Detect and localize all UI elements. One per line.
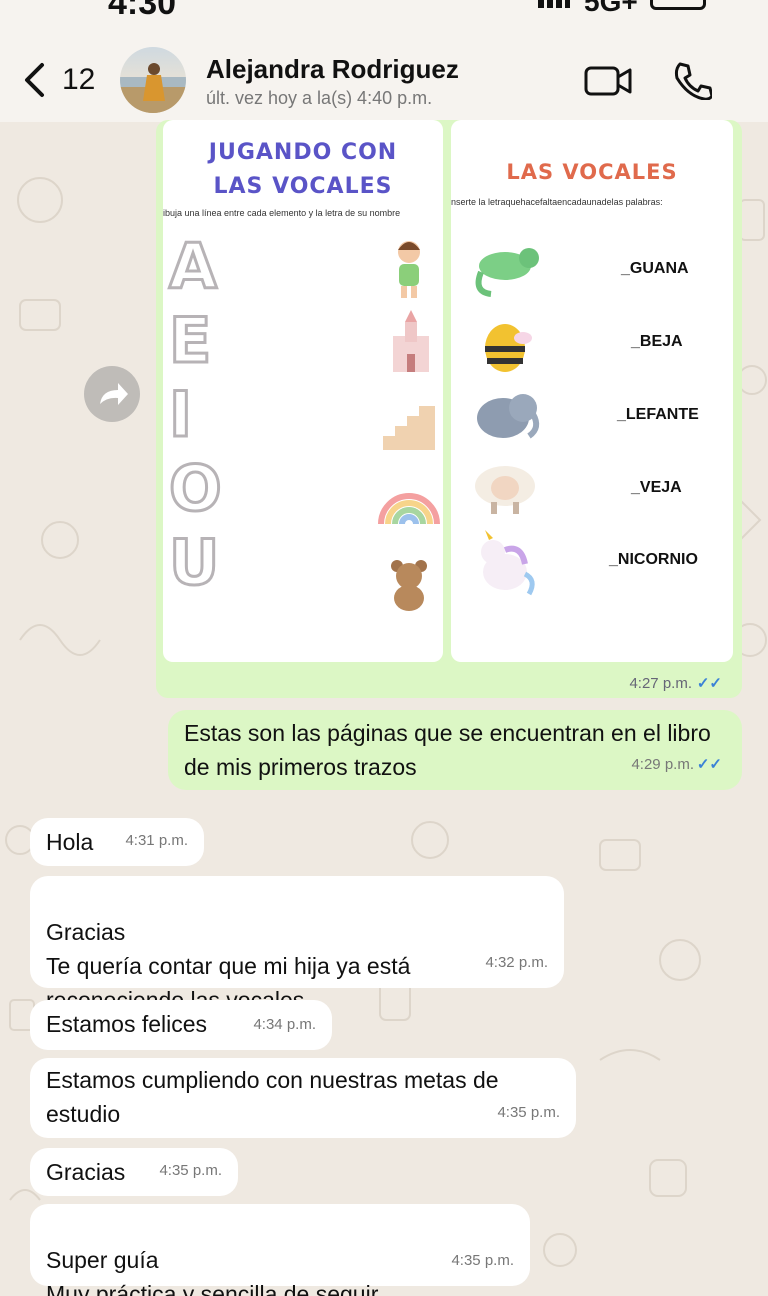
forward-button[interactable]: [84, 366, 140, 422]
message-text: Gracias: [46, 1159, 126, 1185]
contact-name[interactable]: Alejandra Rodriguez: [206, 54, 459, 85]
girl-illustration: [398, 241, 420, 298]
read-ticks-icon: ✓✓: [696, 756, 722, 773]
worksheet-title: LAS VOCALES: [506, 160, 678, 184]
read-ticks-icon: ✓✓: [696, 675, 722, 692]
worksheet-word: _LEFANTE: [617, 406, 699, 423]
battery-icon: [650, 0, 706, 10]
castle-illustration: [393, 310, 429, 372]
unicorn-illustration: [481, 530, 535, 596]
last-seen-status: últ. vez hoy a la(s) 4:40 p.m.: [206, 88, 433, 108]
message-text: Estamos cumpliendo con nuestras metas de…: [46, 1067, 499, 1127]
message-timestamp: 4:34 p.m.: [253, 1016, 316, 1033]
phone-call-icon[interactable]: [672, 60, 712, 100]
bee-illustration: [485, 324, 532, 372]
image-message[interactable]: JUGANDO CON LAS VOCALES ibuja una línea …: [156, 120, 742, 698]
incoming-message[interactable]: Hola 4:31 p.m.: [30, 818, 204, 866]
outgoing-message[interactable]: Estas son las páginas que se encuentran …: [168, 710, 742, 790]
worksheet-word: _VEJA: [631, 479, 682, 496]
message-timestamp: 4:35 p.m.: [159, 1162, 222, 1179]
worksheet-title: JUGANDO CON LAS VOCALES: [208, 140, 398, 199]
rainbow-illustration: [378, 493, 440, 524]
worksheet-word: _GUANA: [621, 260, 689, 277]
message-timestamp: 4:27 p.m.: [629, 675, 692, 692]
chat-header: 12 Alejandra Rodriguez últ. vez hoy a la…: [0, 18, 768, 122]
unread-count[interactable]: 12: [62, 63, 95, 97]
back-chevron-icon[interactable]: [22, 62, 48, 98]
vowel-letter: E: [167, 303, 212, 379]
incoming-message[interactable]: Gracias 4:35 p.m.: [30, 1148, 238, 1196]
incoming-message[interactable]: Estamos cumpliendo con nuestras metas de…: [30, 1058, 576, 1138]
stairs-illustration: [383, 406, 435, 450]
vowel-letter: A: [168, 229, 219, 305]
message-timestamp: 4:32 p.m.: [485, 954, 548, 971]
incoming-message[interactable]: Gracias Te quería contar que mi hija ya …: [30, 876, 564, 1013]
contact-avatar[interactable]: [120, 47, 186, 113]
video-call-icon[interactable]: [584, 64, 632, 98]
incoming-message[interactable]: Super guía Muy práctica y sencilla de se…: [30, 1204, 530, 1296]
forward-icon: [100, 383, 128, 405]
message-text: Estamos felices: [46, 1011, 208, 1037]
worksheet-page-words: LAS VOCALES nserte la letraquehacefaltae…: [451, 120, 733, 662]
message-timestamp: 4:31 p.m.: [125, 832, 188, 849]
message-timestamp: 4:29 p.m.: [631, 756, 694, 773]
worksheet-word: _NICORNIO: [609, 551, 698, 568]
message-timestamp: 4:35 p.m.: [497, 1104, 560, 1121]
worksheet-instruction: nserte la letraquehacefaltaencadaunadela…: [451, 197, 663, 207]
signal-bars-icon: [538, 0, 570, 8]
iguana-illustration: [475, 248, 539, 297]
vowel-letter: O: [168, 451, 224, 527]
status-bar: 4:30 5G+: [0, 0, 768, 22]
message-text: Super guía Muy práctica y sencilla de se…: [46, 1247, 379, 1296]
message-timestamp: 4:35 p.m.: [451, 1252, 514, 1269]
worksheet-word: _BEJA: [631, 333, 683, 350]
message-text: Hola: [46, 829, 94, 855]
teddy-bear-illustration: [391, 560, 427, 611]
worksheet-page-vowels: JUGANDO CON LAS VOCALES ibuja una línea …: [163, 120, 443, 662]
incoming-message[interactable]: Estamos felices 4:34 p.m.: [30, 1000, 332, 1050]
vowel-letter: U: [167, 525, 220, 601]
vowel-letter: I: [167, 377, 193, 453]
elephant-illustration: [477, 394, 540, 439]
worksheet-instruction: ibuja una línea entre cada elemento y la…: [163, 208, 401, 218]
network-type: 5G+: [584, 0, 638, 17]
sheep-illustration: [475, 466, 535, 514]
